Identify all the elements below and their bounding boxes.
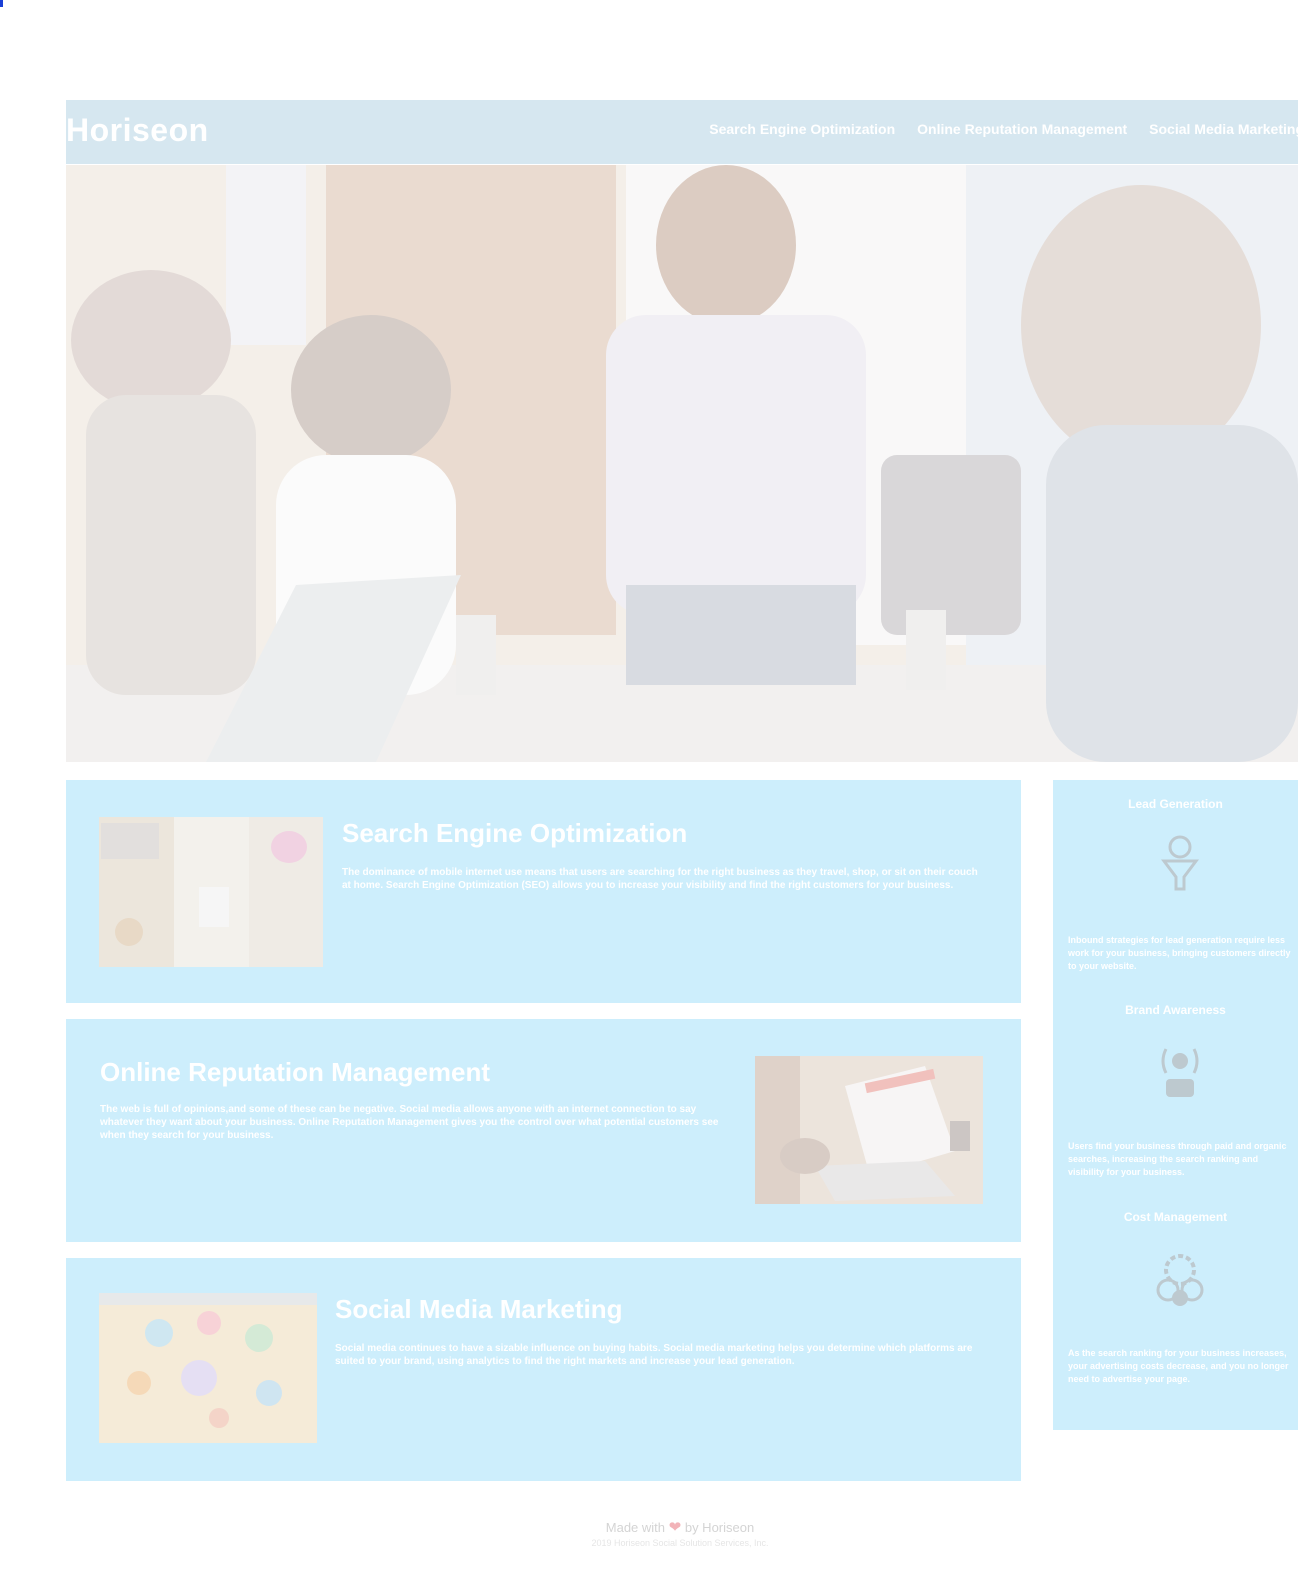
nav-link-seo[interactable]: Search Engine Optimization [709, 121, 895, 137]
benefit-text: Users find your business through paid an… [1068, 1141, 1287, 1177]
social-media-image [99, 1293, 317, 1443]
logo[interactable]: Horiseon [66, 112, 209, 149]
benefit-cost-management: Cost Management As the search ranking fo… [1053, 1210, 1298, 1384]
benefit-title: Cost Management [1123, 1210, 1228, 1224]
site-footer: Made with ❤ by Horiseon 2019 Horiseon So… [380, 1518, 980, 1548]
benefits-sidebar: Lead Generation Inbound strategies for l… [1053, 780, 1298, 1430]
brand-broadcast-icon [1148, 1039, 1212, 1103]
benefit-text: As the search ranking for your business … [1068, 1348, 1289, 1384]
nav-link-social-media[interactable]: Social Media Marketing [1149, 121, 1298, 137]
benefit-brand-awareness: Brand Awareness Users find your business… [1053, 1003, 1298, 1177]
reputation-text: The web is full of opinions,and some of … [100, 1104, 719, 1141]
corner-marker [0, 0, 3, 7]
benefit-text: Inbound strategies for lead generation r… [1068, 935, 1291, 971]
footer-credit: Made with ❤ by Horiseon [380, 1518, 980, 1536]
benefit-title: Lead Generation [1128, 797, 1223, 811]
site-header: Horiseon Search Engine Optimization Onli… [66, 100, 1298, 164]
seo-title: Search Engine Optimization [342, 818, 688, 848]
social-media-title: Social Media Marketing [335, 1294, 623, 1324]
heart-icon: ❤ [668, 1519, 682, 1536]
nav-link-reputation[interactable]: Online Reputation Management [917, 121, 1127, 137]
lead-funnel-icon [1148, 833, 1212, 897]
footer-by: by Horiseon [684, 1520, 755, 1535]
main-nav: Search Engine Optimization Online Reputa… [709, 121, 1298, 137]
footer-copyright: 2019 Horiseon Social Solution Services, … [591, 1538, 769, 1548]
reputation-image [755, 1056, 983, 1204]
seo-text: The dominance of mobile internet use mea… [342, 867, 978, 891]
hero-image [66, 165, 1298, 762]
footer-made-with: Made with [605, 1520, 666, 1535]
benefit-title: Brand Awareness [1125, 1003, 1226, 1017]
reputation-card: Online Reputation Management The web is … [66, 1019, 1021, 1242]
seo-card: Search Engine Optimization The dominance… [66, 780, 1021, 1003]
reputation-title: Online Reputation Management [100, 1057, 491, 1087]
cost-gears-icon [1148, 1246, 1212, 1310]
social-media-card: Social Media Marketing Social media cont… [66, 1258, 1021, 1481]
seo-image [99, 817, 323, 967]
social-media-text: Social media continues to have a sizable… [335, 1343, 973, 1367]
benefit-lead-generation: Lead Generation Inbound strategies for l… [1053, 797, 1298, 971]
